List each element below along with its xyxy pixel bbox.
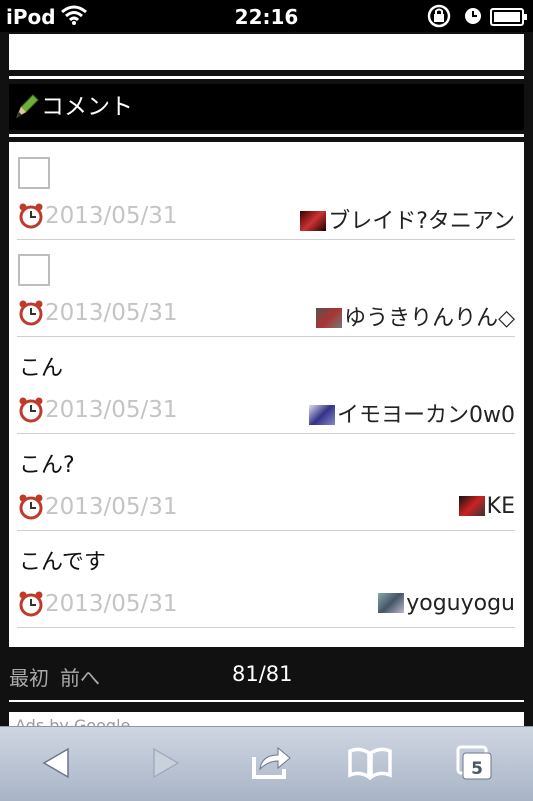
comment-item: こん 2013/05/31 イモヨーカン0w0 (17, 336, 515, 434)
alarm-clock-icon (17, 590, 45, 622)
forward-icon[interactable] (142, 743, 186, 783)
status-bar: iPod 22:16 (0, 0, 533, 32)
web-page: コメント 2013/05/31 ブレイド?タニアン 2013/05/31 ゆうき (0, 32, 533, 732)
avatar (300, 211, 327, 231)
avatar (309, 405, 335, 425)
comment-date: 2013/05/31 (45, 203, 178, 229)
alarm-clock-icon (17, 493, 45, 525)
tab-count: 5 (471, 759, 483, 779)
pager-first-link[interactable]: 最初 (9, 662, 49, 691)
comment-text: こん (19, 356, 64, 381)
pencil-icon (13, 91, 39, 137)
comment-meta: 2013/05/31 ブレイド?タニアン (17, 202, 515, 234)
alarm-clock-icon (17, 299, 45, 331)
pager-prev-link[interactable]: 前へ (60, 662, 100, 691)
author-name[interactable]: ブレイド?タニアン (328, 209, 515, 234)
alarm-clock-icon (17, 202, 45, 234)
battery-icon (490, 7, 528, 31)
comment-author[interactable]: ブレイド?タニアン (300, 203, 515, 235)
page-count: 81/81 (232, 662, 293, 686)
comment-author[interactable]: ゆうきりんりん◇ (316, 300, 515, 332)
comment-meta: 2013/05/31 ゆうきりんりん◇ (17, 299, 515, 331)
divider (9, 76, 524, 79)
comment-date: 2013/05/31 (45, 397, 178, 423)
status-time: 22:16 (234, 5, 299, 29)
comment-author[interactable]: イモヨーカン0w0 (309, 397, 515, 429)
divider (9, 700, 524, 702)
comment-date: 2013/05/31 (45, 591, 178, 617)
comment-meta: 2013/05/31 yoguyogu (17, 590, 515, 618)
comment-date: 2013/05/31 (45, 300, 178, 326)
comment-item: 2013/05/31 ブレイド?タニアン (17, 142, 515, 240)
bookmarks-icon[interactable] (346, 743, 392, 783)
orientation-lock-icon (426, 4, 452, 33)
pager: 最初 前へ 81/81 (0, 654, 533, 694)
avatar (316, 308, 343, 328)
comment-checkbox[interactable] (18, 157, 50, 189)
author-name[interactable]: yoguyogu (406, 591, 515, 616)
back-icon[interactable] (38, 743, 82, 783)
comment-checkbox[interactable] (18, 254, 50, 286)
comment-section-header: コメント (9, 84, 524, 130)
section-title: コメント (41, 94, 133, 120)
comment-date: 2013/05/31 (45, 494, 178, 520)
comment-item: こん? 2013/05/31 KE (17, 433, 515, 531)
alarm-clock-icon (17, 396, 45, 428)
comment-item: こんです 2013/05/31 yoguyogu (17, 530, 515, 628)
comment-text: こん? (19, 453, 75, 478)
alarm-status-icon (464, 6, 482, 30)
browser-toolbar: 5 (0, 726, 533, 801)
avatar (378, 593, 405, 613)
comment-item: 2013/05/31 ゆうきりんりん◇ (17, 239, 515, 337)
top-blank-bar (9, 34, 524, 70)
comment-meta: 2013/05/31 KE (17, 493, 515, 521)
comment-list: 2013/05/31 ブレイド?タニアン 2013/05/31 ゆうきりんりん◇… (9, 142, 524, 647)
comment-author[interactable]: KE (458, 494, 515, 519)
avatar (458, 496, 485, 516)
comment-meta: 2013/05/31 イモヨーカン0w0 (17, 396, 515, 428)
share-icon[interactable] (248, 743, 292, 783)
author-name[interactable]: イモヨーカン0w0 (337, 403, 515, 428)
comment-author[interactable]: yoguyogu (378, 591, 515, 616)
author-name[interactable]: KE (487, 494, 515, 519)
comment-text: こんです (19, 550, 106, 575)
divider (9, 134, 524, 137)
tabs-icon[interactable]: 5 (452, 743, 496, 783)
author-name[interactable]: ゆうきりんりん◇ (344, 306, 515, 331)
